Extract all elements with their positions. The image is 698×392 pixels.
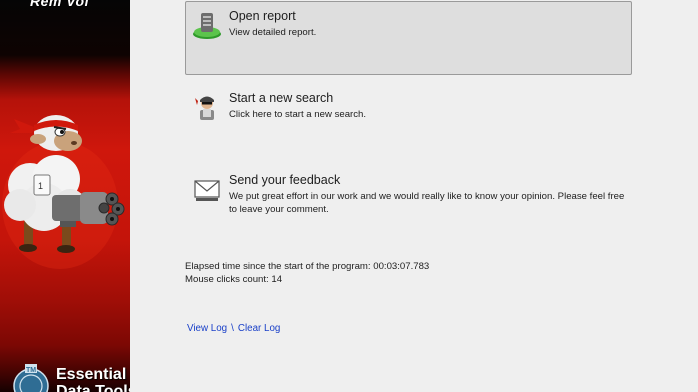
new-search-description: Click here to start a new search.: [229, 109, 367, 120]
new-search-title: Start a new search: [229, 91, 334, 105]
mouse-clicks-value: 14: [271, 273, 283, 285]
sheep-mascot-illustration: 1: [2, 115, 125, 269]
mouse-clicks-row: Mouse clicks count: 14: [185, 274, 429, 287]
brand-logo-icon: TM: [13, 364, 49, 392]
link-separator: \: [231, 323, 234, 334]
brand-area: TM Essential Data Tools: [0, 362, 130, 392]
elapsed-time-row: Elapsed time since the start of the prog…: [185, 261, 429, 274]
open-report-description: View detailed report.: [229, 27, 317, 38]
brand-text: Essential Data Tools: [56, 366, 130, 392]
log-links: View Log \ Clear Log: [187, 323, 280, 334]
logo-text: Rem Vol: [30, 0, 89, 9]
svg-text:1: 1: [38, 181, 43, 191]
open-report-button[interactable]: Open report View detailed report.: [185, 1, 632, 75]
side-banner: Rem Vol 1 TM Essential Data Tool: [0, 0, 130, 392]
open-report-title: Open report: [229, 9, 296, 23]
view-log-link[interactable]: View Log: [187, 323, 227, 334]
clear-log-link[interactable]: Clear Log: [238, 323, 280, 334]
new-search-button[interactable]: Start a new search Click here to start a…: [185, 83, 632, 143]
send-feedback-button[interactable]: Send your feedback We put great effort i…: [185, 165, 632, 225]
feedback-title: Send your feedback: [229, 173, 341, 187]
envelope-icon: [194, 180, 220, 201]
elapsed-time-label: Elapsed time since the start of the prog…: [185, 261, 371, 272]
feedback-description: We put great effort in our work and we w…: [229, 191, 625, 215]
mouse-clicks-label: Mouse clicks count:: [185, 273, 269, 285]
agent-search-icon: [195, 96, 214, 120]
database-report-icon: [193, 13, 221, 39]
svg-text:TM: TM: [26, 367, 36, 374]
elapsed-time-value: 00:03:07.783: [373, 261, 430, 272]
program-stats: Elapsed time since the start of the prog…: [185, 261, 429, 286]
